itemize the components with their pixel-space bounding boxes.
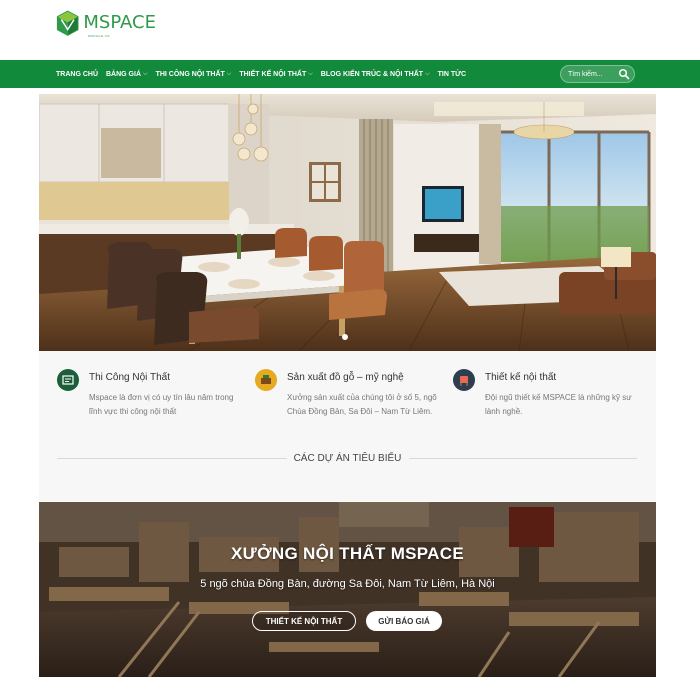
feature-title: Thiết kế nội thất: [485, 372, 557, 383]
main-nav: TRANG CHỦ BẢNG GIÁ ⌵ THI CÔNG NỘI THẤT ⌵ THIẾ…: [0, 60, 700, 88]
quote-button[interactable]: GỬI BÁO GIÁ: [366, 611, 442, 631]
brand-tagline: MSPACE.VN: [88, 34, 110, 38]
nav-item-label: TIN TỨC: [437, 70, 466, 78]
logo-icon: [56, 10, 79, 36]
chevron-down-icon: ⌵: [226, 70, 232, 77]
nav-item-label: THIẾT KẾ NỘI THẤT: [239, 70, 307, 78]
search-box[interactable]: Tìm kiếm...: [560, 65, 635, 83]
site-header: MSPACE MSPACE.VN: [0, 0, 700, 60]
feature-desc: Đội ngũ thiết kế MSPACE là những kỹ sư l…: [485, 393, 632, 416]
chair-icon: [453, 369, 475, 391]
nav-item-label: BLOG KIẾN TRÚC & NỘI THẤT: [320, 70, 424, 78]
nav-item-label: TRANG CHỦ: [56, 70, 98, 78]
chevron-down-icon: ⌵: [143, 70, 148, 77]
nav-item[interactable]: TIN TỨC: [438, 71, 466, 78]
nav-item[interactable]: TRANG CHỦ: [56, 71, 98, 78]
feature-desc: Mspace là đơn vị có uy tín lâu năm trong…: [89, 393, 234, 416]
chevron-down-icon: ⌵: [308, 70, 313, 77]
hero-image: [39, 94, 656, 351]
nav-menu: TRANG CHỦ BẢNG GIÁ ⌵ THI CÔNG NỘI THẤT ⌵ THIẾ…: [56, 60, 474, 88]
construction-icon: [57, 369, 79, 391]
furniture-icon: [255, 369, 277, 391]
feature-desc: Xưởng sản xuất của chúng tôi ở số 5, ngõ…: [287, 393, 437, 416]
nav-item[interactable]: BẢNG GIÁ ⌵: [106, 71, 148, 78]
banner-subtitle: 5 ngõ chùa Đồng Bàn, đường Sa Đôi, Nam T…: [200, 578, 495, 590]
search-icon[interactable]: [618, 68, 630, 80]
banner-title: XƯỞNG NỘI THẤT MSPACE: [231, 544, 464, 563]
chevron-down-icon: ⌵: [425, 70, 430, 77]
workshop-banner: XƯỞNG NỘI THẤT MSPACE 5 ngõ chùa Đồng Bà…: [39, 502, 656, 677]
feature-title: Sản xuất đồ gỗ – mỹ nghệ: [287, 372, 404, 383]
brand-name: MSPACE: [83, 11, 156, 33]
logo[interactable]: MSPACE MSPACE.VN: [56, 6, 156, 44]
design-button[interactable]: THIẾT KẾ NỘI THẤT: [252, 611, 356, 631]
hero-slider[interactable]: [39, 94, 656, 351]
search-input[interactable]: Tìm kiếm...: [568, 71, 618, 78]
nav-item-label: THI CÔNG NỘI THẤT: [155, 70, 225, 78]
nav-item[interactable]: BLOG KIẾN TRÚC & NỘI THẤT ⌵: [321, 71, 430, 78]
divider-right: [409, 458, 637, 459]
feature-title: Thi Công Nội Thất: [89, 372, 170, 383]
nav-item[interactable]: THI CÔNG NỘI THẤT ⌵: [156, 71, 232, 78]
nav-item-label: BẢNG GIÁ: [106, 70, 141, 78]
slider-dot[interactable]: [342, 334, 348, 340]
nav-item[interactable]: THIẾT KẾ NỘI THẤT ⌵: [239, 71, 312, 78]
features-section: Thi Công Nội Thất Mspace là đơn vị có uy…: [39, 351, 656, 501]
